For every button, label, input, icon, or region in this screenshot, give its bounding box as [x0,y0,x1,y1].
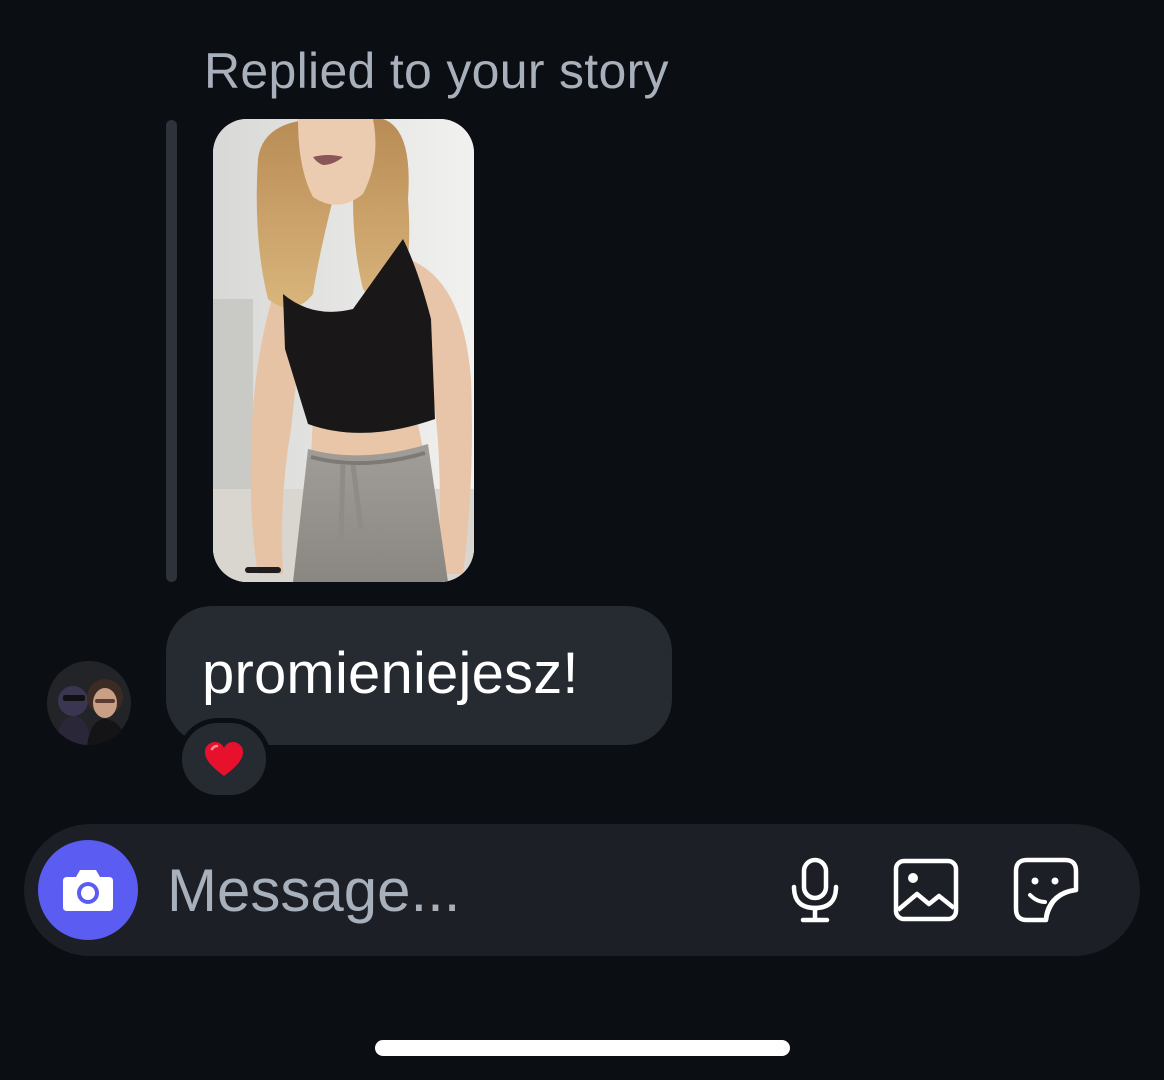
reply-indicator-bar [166,120,177,582]
story-reply-label: Replied to your story [204,43,669,99]
gallery-button[interactable] [888,852,964,928]
microphone-icon [791,857,839,923]
camera-icon [63,870,113,911]
sender-avatar[interactable] [47,661,131,745]
sticker-button[interactable] [1008,852,1084,928]
home-indicator[interactable] [375,1040,790,1056]
message-input[interactable] [167,852,727,928]
sticker-icon [1013,857,1079,923]
message-text: promieniejesz! [202,641,579,706]
avatar-photo [47,661,131,745]
camera-button[interactable] [38,840,138,940]
voice-message-button[interactable] [777,852,853,928]
gallery-icon [893,858,959,922]
story-preview-thumbnail[interactable] [213,119,474,582]
story-photo [213,119,474,582]
message-reaction[interactable] [177,718,271,800]
dm-thread-screen: Replied to your story promieniejesz! Mes… [0,0,1164,1080]
heart-reaction-icon [205,742,243,776]
